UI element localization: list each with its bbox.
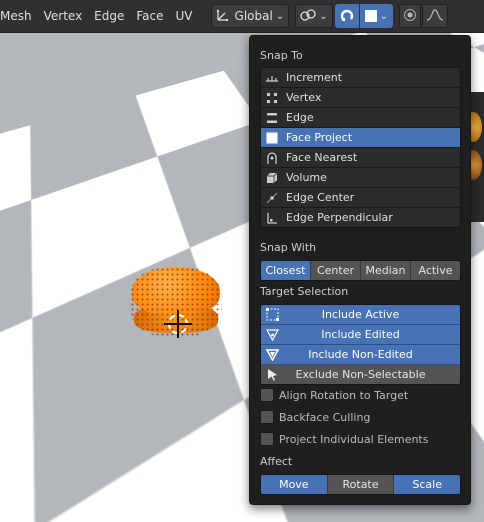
menu-edge[interactable]: Edge	[88, 0, 130, 32]
face-nearest-icon	[265, 151, 279, 165]
face-project-icon	[265, 131, 279, 145]
snap-to-face-nearest[interactable]: Face Nearest	[261, 148, 460, 168]
align-rotation-checkbox[interactable]	[260, 388, 274, 402]
snap-target-dropdown[interactable]: ⌄	[359, 4, 393, 28]
snap-to-edge[interactable]: Edge	[261, 108, 460, 128]
include-non-edited-toggle[interactable]: Include Non-Edited	[261, 345, 460, 365]
chevron-down-icon: ⌄	[319, 10, 328, 22]
list-item-label: Face Nearest	[286, 151, 358, 164]
exclude-non-selectable-icon	[265, 368, 279, 382]
affect-move[interactable]: Move	[261, 475, 328, 494]
increment-icon	[265, 71, 279, 85]
exclude-non-selectable-toggle[interactable]: Exclude Non-Selectable	[261, 365, 460, 384]
menu-mesh[interactable]: Mesh	[0, 0, 38, 32]
project-individual-label: Project Individual Elements	[279, 432, 429, 446]
project-individual-checkbox[interactable]	[260, 432, 274, 446]
snap-to-vertex[interactable]: Vertex	[261, 88, 460, 108]
affect-title: Affect	[260, 455, 293, 468]
include-edited-toggle[interactable]: Include Edited	[261, 325, 460, 345]
snap-with-center[interactable]: Center	[311, 261, 361, 280]
3d-cursor-icon	[164, 310, 192, 338]
menu-vertex[interactable]: Vertex	[38, 0, 89, 32]
orientation-label: Global	[234, 9, 273, 23]
include-edited-label: Include Edited	[321, 328, 400, 341]
snap-with-title: Snap With	[260, 241, 317, 254]
project-individual-checkbox-row[interactable]: Project Individual Elements	[260, 431, 428, 447]
list-item-label: Increment	[286, 71, 343, 84]
falloff-curve-icon	[426, 8, 444, 25]
target-selection-list: Include Active Include Edited Include No…	[260, 304, 461, 385]
include-non-edited-icon	[265, 348, 279, 362]
include-non-edited-label: Include Non-Edited	[308, 348, 413, 361]
backface-culling-checkbox[interactable]	[260, 410, 274, 424]
snap-to-list: Increment Vertex Edge Face Project Face …	[260, 67, 461, 228]
include-active-label: Include Active	[321, 308, 400, 321]
edge-center-icon	[265, 191, 279, 205]
menu-face[interactable]: Face	[130, 0, 169, 32]
include-active-toggle[interactable]: Include Active	[261, 305, 460, 325]
include-active-icon	[265, 308, 279, 322]
include-edited-icon	[265, 328, 279, 342]
list-item-label: Edge	[286, 111, 314, 124]
snap-to-face-project[interactable]: Face Project	[261, 128, 460, 148]
snap-with-active[interactable]: Active	[411, 261, 460, 280]
snap-to-edge-center[interactable]: Edge Center	[261, 188, 460, 208]
vertex-icon	[265, 91, 279, 105]
snapping-popover: Snap To Increment Vertex Edge Face Proje…	[249, 35, 471, 505]
menu-uv[interactable]: UV	[170, 0, 199, 32]
list-item-label: Face Project	[286, 131, 353, 144]
proportional-edit-icon	[403, 8, 417, 25]
snap-to-volume[interactable]: Volume	[261, 168, 460, 188]
snap-to-edge-perpendicular[interactable]: Edge Perpendicular	[261, 208, 460, 227]
falloff-dropdown[interactable]	[421, 4, 448, 28]
proportional-edit-button[interactable]	[398, 4, 421, 28]
edge-icon	[265, 111, 279, 125]
exclude-non-selectable-label: Exclude Non-Selectable	[295, 368, 426, 381]
chevron-down-icon: ⌄	[379, 10, 388, 22]
backface-culling-checkbox-row[interactable]: Backface Culling	[260, 409, 370, 425]
transform-orientation-icon	[216, 8, 230, 25]
list-item-label: Vertex	[286, 91, 322, 104]
pivot-point-dropdown[interactable]: ⌄	[295, 4, 333, 28]
snap-toggle-button[interactable]	[334, 4, 359, 28]
pivot-link-icon	[300, 8, 316, 25]
align-rotation-label: Align Rotation to Target	[279, 388, 409, 402]
snap-to-increment[interactable]: Increment	[261, 68, 460, 88]
edge-perpendicular-icon	[265, 211, 279, 225]
snap-target-square-icon	[364, 10, 377, 22]
list-item-label: Edge Center	[286, 191, 355, 204]
snap-magnet-icon	[340, 8, 354, 25]
backface-culling-label: Backface Culling	[279, 410, 371, 424]
affect-scale[interactable]: Scale	[394, 475, 460, 494]
transform-orientation-dropdown[interactable]: Global ⌄	[210, 4, 290, 28]
snap-to-title: Snap To	[260, 49, 303, 62]
list-item-label: Volume	[286, 171, 327, 184]
target-selection-title: Target Selection	[260, 285, 349, 298]
chevron-down-icon: ⌄	[275, 10, 285, 22]
affect-selector: Move Rotate Scale	[260, 474, 461, 495]
affect-rotate[interactable]: Rotate	[328, 475, 395, 494]
viewport-header: Mesh Vertex Edge Face UV Global ⌄ ⌄ ⌄	[0, 0, 484, 33]
volume-icon	[265, 171, 279, 185]
snap-with-median[interactable]: Median	[361, 261, 411, 280]
align-rotation-checkbox-row[interactable]: Align Rotation to Target	[260, 387, 408, 403]
list-item-label: Edge Perpendicular	[286, 211, 393, 224]
snap-with-closest[interactable]: Closest	[261, 261, 311, 280]
snap-with-selector: Closest Center Median Active	[260, 260, 461, 281]
